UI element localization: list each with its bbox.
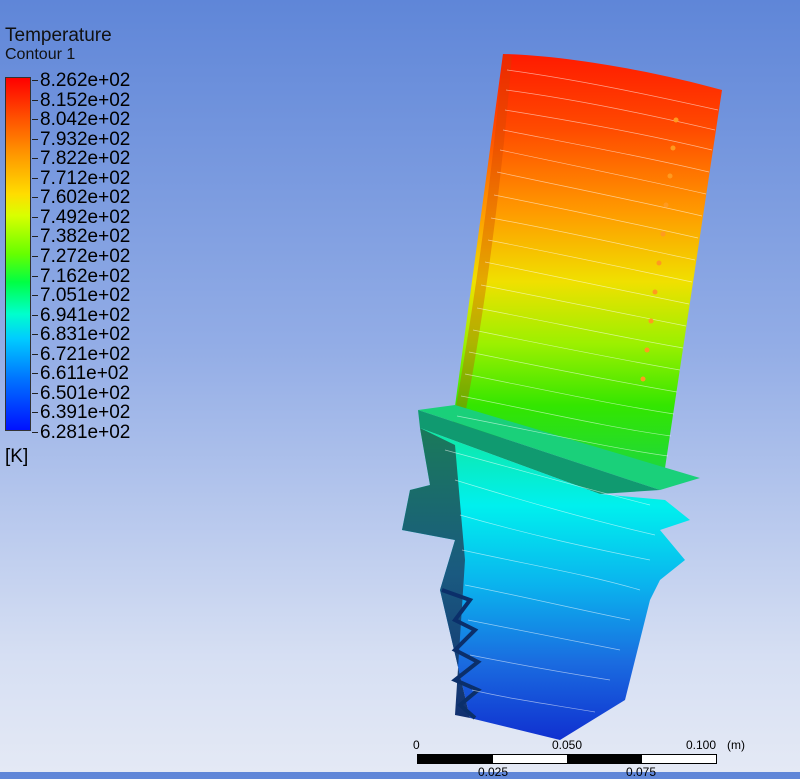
airfoil-surface (452, 54, 722, 468)
scale-bar (417, 754, 717, 764)
turbine-blade-contour[interactable] (0, 0, 800, 772)
scale-label-075: 0.075 (626, 765, 657, 779)
scale-label-100: 0.100 (686, 738, 717, 752)
scale-label-0: 0 (413, 738, 420, 752)
scale-label-025: 0.025 (478, 765, 509, 779)
scale-unit: (m) (727, 738, 745, 752)
scale-label-050: 0.050 (552, 738, 583, 752)
